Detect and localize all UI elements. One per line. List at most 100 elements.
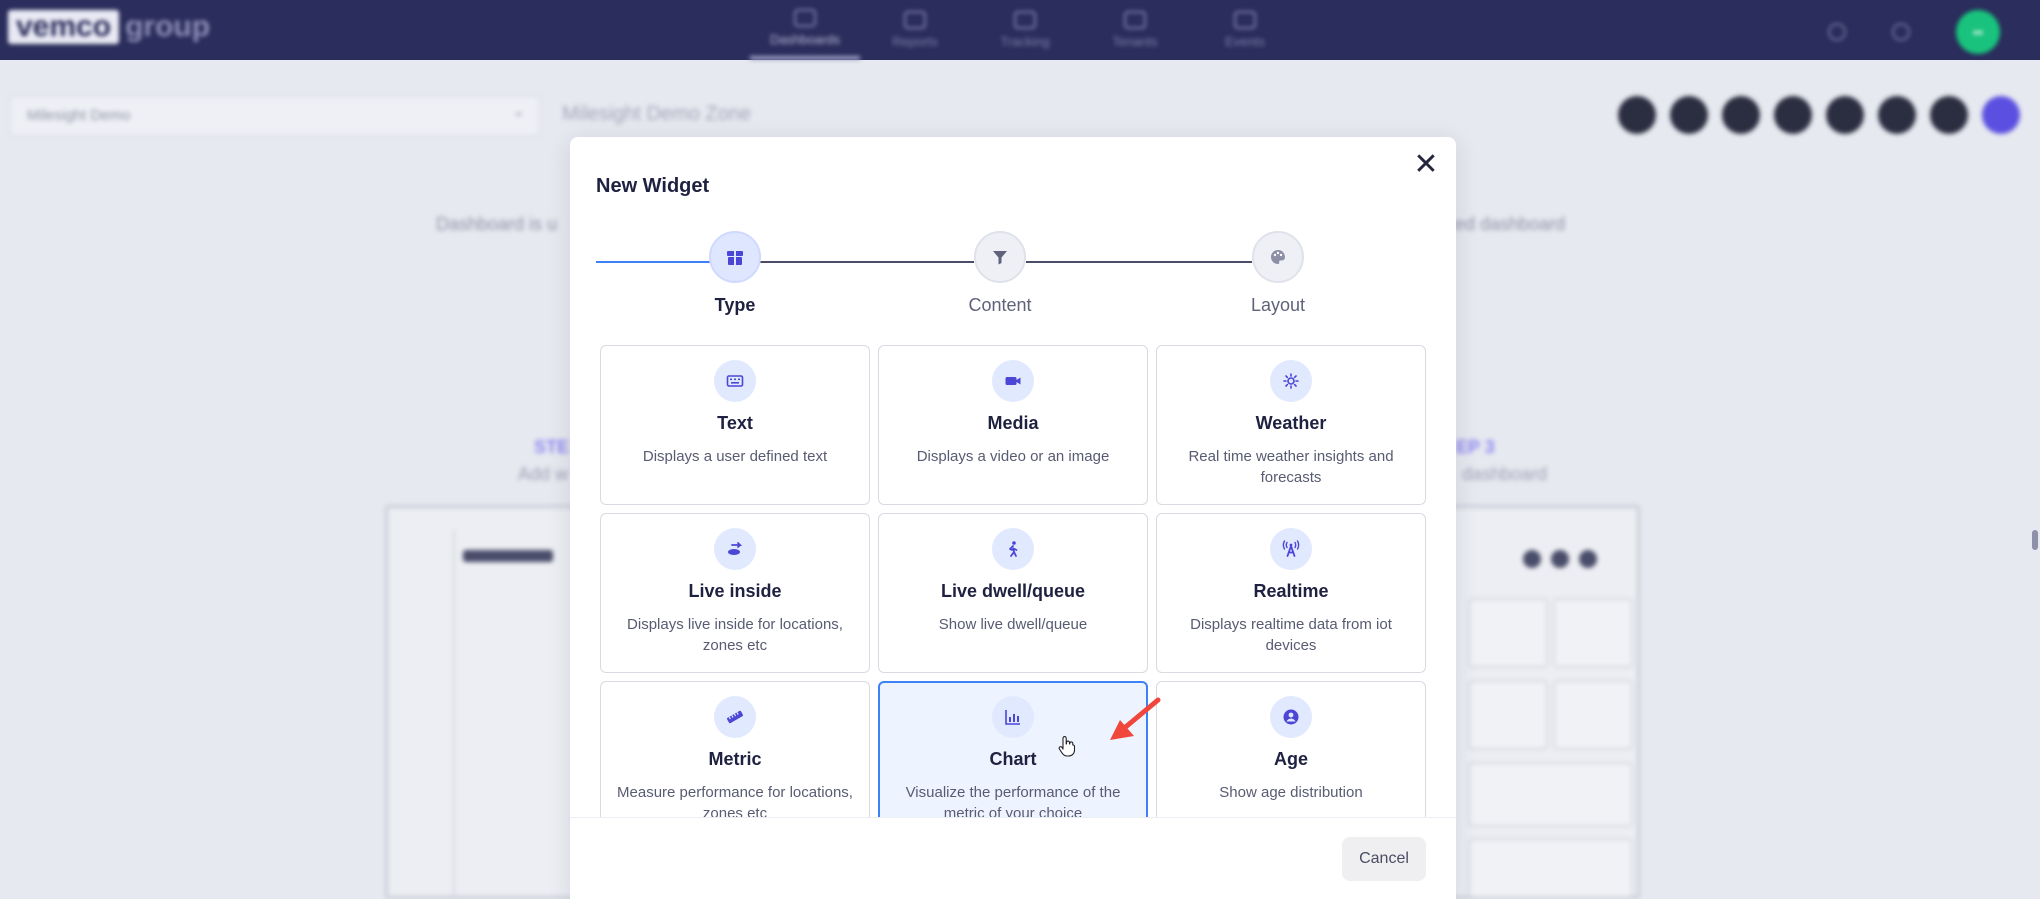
preview-tile bbox=[1468, 838, 1633, 898]
card-title: Text bbox=[717, 413, 753, 433]
preview-tile bbox=[1553, 598, 1633, 668]
widget-box-icon bbox=[727, 251, 743, 265]
scrollbar-thumb[interactable] bbox=[2032, 530, 2038, 550]
step-type-circle bbox=[709, 231, 761, 283]
widget-card-live-inside[interactable]: Live inside Displays live inside for loc… bbox=[600, 513, 870, 673]
palette-icon bbox=[1271, 250, 1285, 264]
dashboard-action-icon[interactable] bbox=[1722, 96, 1760, 134]
nav-tab-tenants[interactable]: Tenants bbox=[1080, 0, 1190, 60]
widget-card-text[interactable]: Text Displays a user defined text bbox=[600, 345, 870, 505]
add-widget-icon[interactable] bbox=[1982, 96, 2020, 134]
card-icon-wrapper bbox=[992, 360, 1034, 402]
step-type[interactable]: Type bbox=[645, 231, 825, 316]
dashboard-select[interactable]: Milesight Demo bbox=[10, 93, 540, 136]
card-description: Measure performance for locations, zones… bbox=[617, 784, 853, 817]
widget-card-live-dwell-queue[interactable]: Live dwell/queue Show live dwell/queue bbox=[878, 513, 1148, 673]
nav-tab-dashboards[interactable]: Dashboards bbox=[750, 0, 860, 60]
step-label: Content bbox=[968, 295, 1032, 315]
nav-tab-label: Reports bbox=[892, 34, 938, 49]
step-layout[interactable]: Layout bbox=[1188, 231, 1368, 316]
card-title: Media bbox=[987, 413, 1039, 433]
card-icon-wrapper bbox=[714, 360, 756, 402]
card-description: Displays a user defined text bbox=[642, 448, 828, 465]
preview-tile bbox=[1468, 762, 1633, 827]
nav-tab-label: Tenants bbox=[1112, 34, 1158, 49]
card-description: Displays live inside for locations, zone… bbox=[627, 616, 843, 654]
card-title: Metric bbox=[708, 749, 762, 769]
logo-part-vemco: vemco bbox=[8, 10, 120, 44]
ruler-icon bbox=[726, 710, 744, 724]
user-avatar[interactable]: •• bbox=[1956, 10, 2000, 54]
nav-tab-label: Dashboards bbox=[769, 32, 841, 47]
broadcast-tower-icon bbox=[1282, 540, 1300, 557]
step1-subtitle: Add w bbox=[518, 464, 569, 484]
widget-card-realtime[interactable]: Realtime Displays realtime data from iot… bbox=[1156, 513, 1426, 673]
card-description: Displays realtime data from iot devices bbox=[1190, 616, 1392, 654]
video-camera-icon bbox=[1005, 377, 1021, 385]
dashboard-action-icon[interactable] bbox=[1774, 96, 1812, 134]
events-icon bbox=[1234, 11, 1256, 29]
step-label: Layout bbox=[1250, 295, 1306, 315]
card-description: Show age distribution bbox=[1219, 784, 1363, 801]
dashboard-action-icon[interactable] bbox=[1670, 96, 1708, 134]
widget-card-media[interactable]: Media Displays a video or an image bbox=[878, 345, 1148, 505]
card-icon-wrapper bbox=[714, 696, 756, 738]
dashboard-action-icon[interactable] bbox=[1930, 96, 1968, 134]
close-icon: ✕ bbox=[1413, 148, 1439, 181]
nav-tab-label: Events bbox=[1225, 34, 1265, 49]
close-modal-button[interactable]: ✕ bbox=[1410, 149, 1442, 181]
notification-bell-icon[interactable] bbox=[1828, 23, 1846, 41]
dashboard-action-icon[interactable] bbox=[1878, 96, 1916, 134]
widget-card-age[interactable]: Age Show age distribution bbox=[1156, 681, 1426, 817]
card-icon-wrapper bbox=[1270, 696, 1312, 738]
preview-title-bar bbox=[463, 550, 553, 562]
hand-cursor-icon bbox=[1058, 736, 1076, 757]
nav-tab-events[interactable]: Events bbox=[1190, 0, 1300, 60]
widget-type-grid: Text Displays a user defined text Media … bbox=[600, 345, 1430, 817]
live-inside-icon bbox=[728, 542, 743, 555]
card-icon-wrapper bbox=[1270, 360, 1312, 402]
widget-stepper: Type Content Layout bbox=[596, 231, 1426, 315]
widget-type-grid-scroll[interactable]: Text Displays a user defined text Media … bbox=[600, 345, 1430, 817]
card-title: Age bbox=[1273, 749, 1308, 769]
step-content[interactable]: Content bbox=[910, 231, 1090, 316]
dashboard-action-icon[interactable] bbox=[1618, 96, 1656, 134]
card-icon-wrapper bbox=[714, 528, 756, 570]
preview-tile bbox=[1468, 598, 1548, 668]
intro-text-left: Dashboard is u bbox=[436, 214, 558, 234]
card-title: Chart bbox=[989, 749, 1037, 769]
step-content-circle bbox=[974, 231, 1026, 283]
card-description: Real time weather insights and forecasts bbox=[1188, 448, 1394, 486]
card-icon-wrapper bbox=[1270, 528, 1312, 570]
main-nav-tabs: Dashboards Reports Tracking Tenants Even… bbox=[750, 0, 1300, 60]
preview-dots bbox=[1523, 550, 1597, 568]
bar-chart-icon bbox=[1005, 710, 1020, 725]
dashboard-action-buttons bbox=[1618, 96, 2020, 134]
dashboard-icon bbox=[794, 9, 816, 27]
card-title: Weather bbox=[1255, 413, 1327, 433]
annotation-arrow-icon bbox=[1110, 697, 1161, 740]
modal-footer-divider bbox=[570, 817, 1456, 818]
nav-tab-reports[interactable]: Reports bbox=[860, 0, 970, 60]
nav-tab-tracking[interactable]: Tracking bbox=[970, 0, 1080, 60]
preview-tile bbox=[1468, 680, 1548, 750]
card-title: Live inside bbox=[688, 581, 782, 601]
settings-gear-icon[interactable] bbox=[1892, 23, 1910, 41]
walking-person-icon bbox=[1009, 541, 1018, 557]
step-layout-circle bbox=[1252, 231, 1304, 283]
top-right-controls: •• bbox=[1828, 10, 2000, 54]
intro-text-right: ized dashboard bbox=[1442, 214, 1566, 234]
widget-card-metric[interactable]: Metric Measure performance for locations… bbox=[600, 681, 870, 817]
card-description: Displays a video or an image bbox=[916, 448, 1110, 465]
widget-card-weather[interactable]: Weather Real time weather insights and f… bbox=[1156, 345, 1426, 505]
tenants-icon bbox=[1124, 11, 1146, 29]
card-icon-wrapper bbox=[992, 696, 1034, 738]
step-label: Type bbox=[714, 295, 756, 315]
dashboard-action-icon[interactable] bbox=[1826, 96, 1864, 134]
preview-tile bbox=[1553, 680, 1633, 750]
tracking-icon bbox=[1014, 11, 1036, 29]
zone-title: Milesight Demo Zone bbox=[562, 103, 751, 125]
page-scrollbar[interactable] bbox=[2028, 60, 2040, 899]
text-keyboard-icon bbox=[726, 375, 744, 387]
cancel-button[interactable]: Cancel bbox=[1342, 837, 1426, 881]
